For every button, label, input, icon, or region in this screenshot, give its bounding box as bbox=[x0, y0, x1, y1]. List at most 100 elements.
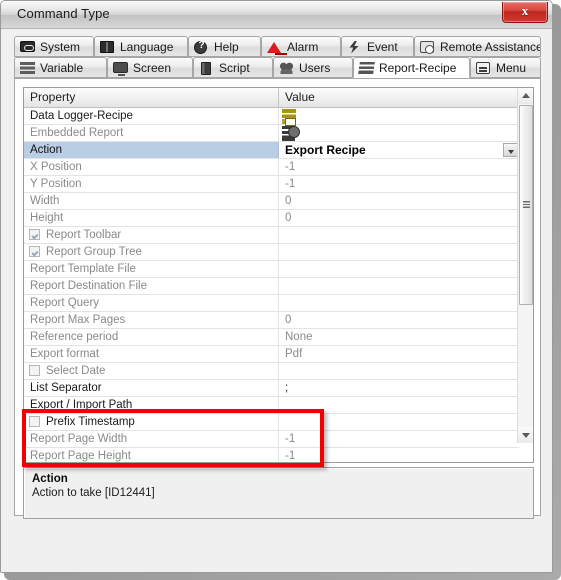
property-name-cell: Report Max Pages bbox=[24, 312, 279, 328]
property-name-cell: Report Toolbar bbox=[24, 227, 279, 243]
checkbox-unchecked-icon[interactable] bbox=[29, 416, 40, 427]
property-value-cell[interactable]: 0 bbox=[279, 193, 519, 209]
table-row[interactable]: Embedded Report bbox=[24, 125, 519, 142]
cancel-button[interactable]: Anuluj bbox=[393, 572, 465, 573]
table-row[interactable]: Y Position -1 bbox=[24, 176, 519, 193]
table-row[interactable]: Report Page Height -1 bbox=[24, 448, 519, 462]
property-value-cell[interactable]: ; bbox=[279, 380, 519, 396]
column-header-value[interactable]: Value bbox=[279, 88, 533, 107]
property-value-cell[interactable]: -1 bbox=[279, 431, 519, 447]
checkbox-checked-icon[interactable] bbox=[29, 246, 40, 257]
property-value-cell[interactable] bbox=[279, 295, 519, 311]
property-value-cell[interactable]: 0 bbox=[279, 210, 519, 226]
property-value-cell[interactable]: None bbox=[279, 329, 519, 345]
property-name-cell: Prefix Timestamp bbox=[24, 414, 279, 430]
property-name-cell: Height bbox=[24, 210, 279, 226]
scroll-up-arrow-icon[interactable] bbox=[518, 88, 533, 104]
screen-monitor-icon-glyph bbox=[113, 61, 128, 76]
table-row[interactable]: Export format Pdf bbox=[24, 346, 519, 363]
property-name-cell: Data Logger-Recipe bbox=[24, 108, 279, 124]
tab-help[interactable]: Help bbox=[188, 36, 261, 57]
property-value-cell[interactable] bbox=[279, 261, 519, 277]
table-row[interactable]: Report Toolbar bbox=[24, 227, 519, 244]
tab-event[interactable]: Event bbox=[341, 36, 414, 57]
menu-list-icon bbox=[476, 61, 492, 75]
property-value-cell[interactable]: -1 bbox=[279, 159, 519, 175]
table-row[interactable]: Data Logger-Recipe bbox=[24, 108, 519, 126]
variable-list-icon-glyph bbox=[20, 61, 35, 74]
dialog-client-area: System Language Help Alarm Event Remote Assis… bbox=[1, 29, 552, 573]
remote-assistance-icon-glyph bbox=[420, 40, 434, 54]
chevron-down-icon[interactable] bbox=[503, 143, 518, 157]
property-value-cell[interactable] bbox=[279, 125, 519, 141]
close-icon: x bbox=[521, 3, 529, 18]
alarm-bell-icon bbox=[267, 40, 287, 55]
table-row[interactable]: Height 0 bbox=[24, 210, 519, 227]
property-name-cell: List Separator bbox=[24, 380, 279, 396]
checkbox-unchecked-icon[interactable] bbox=[29, 365, 40, 376]
property-value-cell[interactable]: -1 bbox=[279, 448, 519, 462]
tab-label: Remote Assistance bbox=[440, 39, 541, 54]
property-value-cell[interactable]: 0 bbox=[279, 312, 519, 328]
tab-report-recipe[interactable]: Report-Recipe bbox=[353, 57, 470, 78]
table-row[interactable]: List Separator; bbox=[24, 380, 519, 397]
tab-system[interactable]: System bbox=[14, 36, 94, 57]
alarm-bell-icon-glyph bbox=[267, 41, 287, 55]
tab-language[interactable]: Language bbox=[94, 36, 188, 57]
remote-assistance-icon bbox=[420, 40, 436, 54]
property-value-cell[interactable] bbox=[279, 278, 519, 294]
property-value-cell[interactable]: Pdf bbox=[279, 346, 519, 362]
tab-alarm[interactable]: Alarm bbox=[261, 36, 341, 57]
property-name-cell: Reference period bbox=[24, 329, 279, 345]
grid-vertical-scrollbar[interactable] bbox=[517, 88, 533, 443]
tab-users[interactable]: Users bbox=[273, 57, 353, 78]
scrollbar-thumb[interactable] bbox=[519, 105, 533, 305]
property-value-cell[interactable] bbox=[279, 108, 519, 124]
property-name-cell: Action bbox=[24, 142, 279, 158]
window-title: Command Type bbox=[17, 6, 110, 21]
table-row[interactable]: Report Page Width -1 bbox=[24, 431, 519, 448]
grid-header-row: Property Value bbox=[24, 88, 533, 108]
table-row[interactable]: Select Date bbox=[24, 363, 519, 380]
description-text: Action to take [ID12441] bbox=[32, 487, 155, 499]
property-value-cell[interactable] bbox=[279, 414, 519, 430]
tab-screen[interactable]: Screen bbox=[107, 57, 193, 78]
tab-remote-assistance[interactable]: Remote Assistance bbox=[414, 36, 541, 57]
checkbox-checked-icon[interactable] bbox=[29, 229, 40, 240]
property-value-cell[interactable] bbox=[279, 244, 519, 260]
help-button[interactable]: Pomoc bbox=[474, 572, 546, 573]
scroll-down-arrow-icon[interactable] bbox=[518, 427, 533, 443]
close-button[interactable]: x bbox=[502, 2, 548, 23]
table-row[interactable]: Prefix Timestamp bbox=[24, 414, 519, 431]
tab-label: Event bbox=[367, 39, 398, 54]
table-row[interactable]: X Position -1 bbox=[24, 159, 519, 176]
property-value-cell[interactable]: -1 bbox=[279, 176, 519, 192]
system-icon-glyph bbox=[20, 40, 35, 52]
property-value-cell[interactable] bbox=[279, 397, 519, 413]
table-row[interactable]: Reference period None bbox=[24, 329, 519, 346]
property-value-cell[interactable] bbox=[279, 227, 519, 243]
tab-menu[interactable]: Menu bbox=[470, 57, 541, 78]
table-row[interactable]: Width 0 bbox=[24, 193, 519, 210]
table-row[interactable]: Report Group Tree bbox=[24, 244, 519, 261]
data-logger-recipe-icon bbox=[282, 109, 296, 126]
tab-script[interactable]: Script bbox=[193, 57, 273, 78]
ok-button[interactable]: OK bbox=[312, 572, 384, 573]
tab-label: Users bbox=[299, 60, 331, 75]
property-name-cell: Export / Import Path bbox=[24, 397, 279, 413]
report-recipe-icon-glyph bbox=[358, 61, 375, 74]
table-row[interactable]: Report Max Pages 0 bbox=[24, 312, 519, 329]
table-row[interactable]: Export / Import Path bbox=[24, 397, 519, 414]
table-row[interactable]: Report Query bbox=[24, 295, 519, 312]
tab-label: Help bbox=[214, 39, 239, 54]
property-value-cell[interactable]: Export Recipe bbox=[279, 142, 519, 158]
property-name-cell: Embedded Report bbox=[24, 125, 279, 141]
embedded-report-icon bbox=[282, 126, 300, 141]
table-row[interactable]: Report Template File bbox=[24, 261, 519, 278]
column-header-property[interactable]: Property bbox=[24, 88, 279, 107]
property-value-cell[interactable] bbox=[279, 363, 519, 379]
tab-variable[interactable]: Variable bbox=[14, 57, 107, 78]
table-row[interactable]: Action Export Recipe bbox=[24, 142, 519, 159]
title-bar[interactable]: Command Type x bbox=[1, 1, 552, 29]
table-row[interactable]: Report Destination File bbox=[24, 278, 519, 295]
